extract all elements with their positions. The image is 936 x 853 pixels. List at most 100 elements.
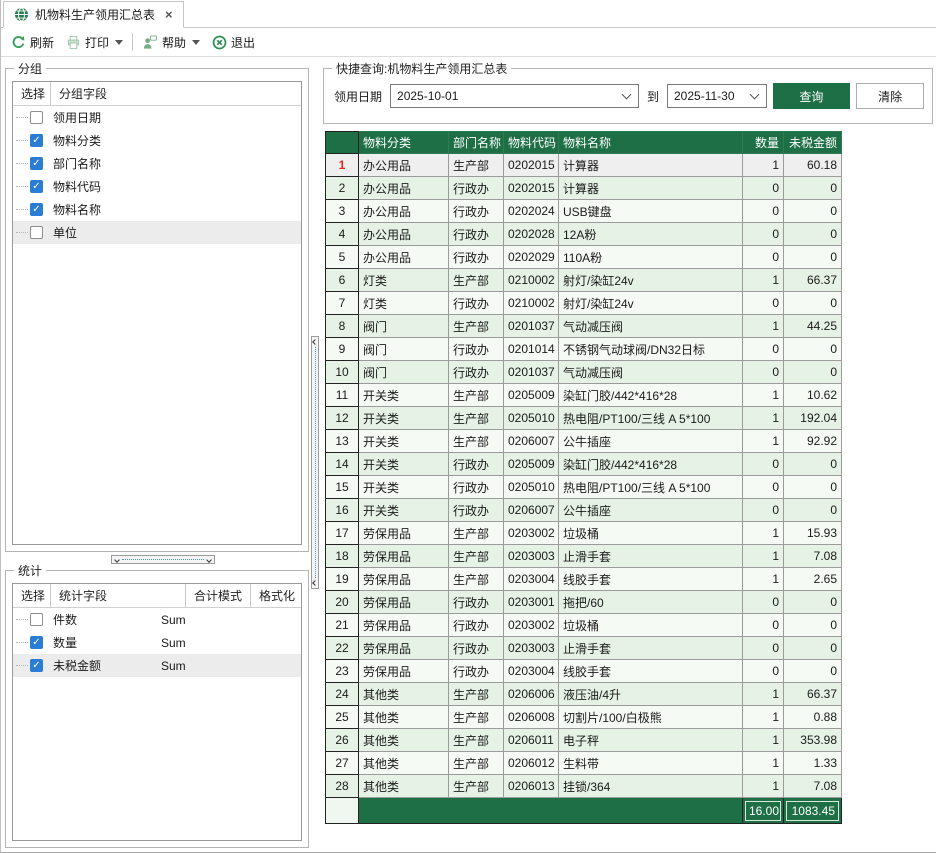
vertical-splitter[interactable] [311, 336, 319, 589]
table-row[interactable]: 8阀门生产部0201037气动减压阀144.25 [326, 315, 842, 338]
table-row[interactable]: 25其他类生产部0206008切割片/100/白极熊10.88 [326, 706, 842, 729]
chevron-down-icon[interactable] [749, 90, 759, 100]
table-row[interactable]: 11开关类生产部0205009染缸门胶/442*416*28110.62 [326, 384, 842, 407]
date-from-combobox[interactable]: 2025-10-01 [390, 84, 639, 108]
checkbox-checked[interactable]: ✓ [30, 203, 43, 216]
qty-cell: 0 [743, 660, 784, 683]
table-row[interactable]: 14开关类行政办0205009染缸门胶/442*416*2800 [326, 453, 842, 476]
table-row[interactable]: 23劳保用品行政办0203004线胶手套00 [326, 660, 842, 683]
chevron-down-icon [114, 557, 120, 563]
dept-cell: 行政办 [449, 200, 504, 223]
exit-button[interactable]: 退出 [206, 31, 261, 54]
tab-active[interactable]: 机物料生产领用汇总表 × [3, 1, 184, 28]
dept-cell: 行政办 [449, 292, 504, 315]
help-dropdown-caret-icon[interactable] [192, 40, 200, 45]
name-cell: 拖把/60 [559, 591, 743, 614]
name-cell: 液压油/4升 [559, 683, 743, 706]
name-cell: 公牛插座 [559, 499, 743, 522]
column-header[interactable]: 物料分类 [359, 132, 449, 154]
row-number-cell: 11 [326, 384, 359, 407]
category-cell: 开关类 [359, 499, 449, 522]
clear-button[interactable]: 清除 [856, 83, 924, 109]
checkbox-checked[interactable]: ✓ [30, 134, 43, 147]
group-field-row[interactable]: 单位 [13, 221, 301, 244]
dept-cell: 行政办 [449, 223, 504, 246]
code-cell: 0206007 [504, 430, 559, 453]
table-row[interactable]: 17劳保用品生产部0203002垃圾桶115.93 [326, 522, 842, 545]
column-header[interactable]: 部门名称 [449, 132, 504, 154]
table-row[interactable]: 13开关类生产部0206007公牛插座192.92 [326, 430, 842, 453]
stats-field-row[interactable]: ✓未税金额Sum [13, 654, 301, 677]
date-to-combobox[interactable]: 2025-11-30 [667, 84, 767, 108]
print-dropdown-caret-icon[interactable] [115, 40, 123, 45]
group-field-row[interactable]: ✓物料分类 [13, 129, 301, 152]
checkbox-unchecked[interactable] [30, 226, 43, 239]
group-panel-legend: 分组 [14, 60, 46, 77]
table-row[interactable]: 16开关类行政办0206007公牛插座00 [326, 499, 842, 522]
category-cell: 阀门 [359, 315, 449, 338]
amount-cell: 0 [784, 637, 842, 660]
table-row[interactable]: 22劳保用品行政办0203003止滑手套00 [326, 637, 842, 660]
column-header[interactable]: 未税金额 [784, 132, 842, 154]
name-cell: 不锈钢气动球阀/DN32日标 [559, 338, 743, 361]
table-row[interactable]: 7灯类行政办0210002射灯/染缸24v00 [326, 292, 842, 315]
horizontal-splitter[interactable] [111, 555, 215, 564]
group-field-row[interactable]: ✓物料代码 [13, 175, 301, 198]
column-header[interactable]: 数量 [743, 132, 784, 154]
group-field-row[interactable]: ✓部门名称 [13, 152, 301, 175]
app-window: 机物料生产领用汇总表 × 刷新 打印 [0, 0, 936, 853]
column-header[interactable]: 物料名称 [559, 132, 743, 154]
stats-field-row[interactable]: 件数Sum [13, 608, 301, 631]
table-row[interactable]: 3办公用品行政办0202024USB键盘00 [326, 200, 842, 223]
table-row[interactable]: 24其他类生产部0206006液压油/4升166.37 [326, 683, 842, 706]
table-row[interactable]: 1办公用品生产部0202015计算器160.18 [326, 154, 842, 177]
table-row[interactable]: 4办公用品行政办020202812A粉00 [326, 223, 842, 246]
checkbox-unchecked[interactable] [30, 111, 43, 124]
dept-cell: 生产部 [449, 706, 504, 729]
table-row[interactable]: 9阀门行政办0201014不锈钢气动球阀/DN32日标00 [326, 338, 842, 361]
dept-cell: 生产部 [449, 568, 504, 591]
row-number-cell: 8 [326, 315, 359, 338]
checkbox-checked[interactable]: ✓ [30, 157, 43, 170]
table-row[interactable]: 5办公用品行政办0202029110A粉00 [326, 246, 842, 269]
stats-field-column-header: 统计字段 [51, 584, 186, 607]
help-button[interactable]: 帮助 [136, 31, 206, 54]
chevron-down-icon[interactable] [622, 90, 632, 100]
dept-cell: 生产部 [449, 430, 504, 453]
table-row[interactable]: 18劳保用品生产部0203003止滑手套17.08 [326, 545, 842, 568]
tree-connector [16, 117, 28, 118]
checkbox-checked[interactable]: ✓ [30, 636, 43, 649]
amount-cell: 60.18 [784, 154, 842, 177]
refresh-button[interactable]: 刷新 [5, 31, 60, 54]
qty-cell: 0 [743, 614, 784, 637]
checkbox-checked[interactable]: ✓ [30, 180, 43, 193]
checkbox-checked[interactable]: ✓ [30, 659, 43, 672]
table-row[interactable]: 12开关类生产部0205010热电阻/PT100/三线 A 5*1001192.… [326, 407, 842, 430]
print-button[interactable]: 打印 [60, 31, 129, 54]
column-header[interactable]: 物料代码 [504, 132, 559, 154]
table-row[interactable]: 21劳保用品行政办0203002垃圾桶00 [326, 614, 842, 637]
table-row[interactable]: 20劳保用品行政办0203001拖把/6000 [326, 591, 842, 614]
amount-cell: 0 [784, 177, 842, 200]
query-button[interactable]: 查询 [773, 83, 851, 109]
name-cell: 公牛插座 [559, 430, 743, 453]
table-row[interactable]: 10阀门行政办0201037气动减压阀00 [326, 361, 842, 384]
table-row[interactable]: 27其他类生产部0206012生料带11.33 [326, 752, 842, 775]
table-row[interactable]: 15开关类行政办0205010热电阻/PT100/三线 A 5*10000 [326, 476, 842, 499]
corner-header-cell [326, 132, 359, 154]
table-row[interactable]: 26其他类生产部0206011电子秤1353.98 [326, 729, 842, 752]
stats-field-row[interactable]: ✓数量Sum [13, 631, 301, 654]
group-field-row[interactable]: ✓物料名称 [13, 198, 301, 221]
table-row[interactable]: 19劳保用品生产部0203004线胶手套12.65 [326, 568, 842, 591]
table-row[interactable]: 2办公用品行政办0202015计算器00 [326, 177, 842, 200]
checkbox-unchecked[interactable] [30, 613, 43, 626]
group-field-row[interactable]: 领用日期 [13, 106, 301, 129]
category-cell: 办公用品 [359, 177, 449, 200]
table-row[interactable]: 28其他类生产部0206013挂锁/36417.08 [326, 775, 842, 798]
qty-cell: 1 [743, 706, 784, 729]
table-row[interactable]: 6灯类生产部0210002射灯/染缸24v166.37 [326, 269, 842, 292]
tab-close-icon[interactable]: × [165, 7, 173, 22]
refresh-icon [11, 35, 26, 50]
code-cell: 0210002 [504, 269, 559, 292]
category-cell: 灯类 [359, 292, 449, 315]
